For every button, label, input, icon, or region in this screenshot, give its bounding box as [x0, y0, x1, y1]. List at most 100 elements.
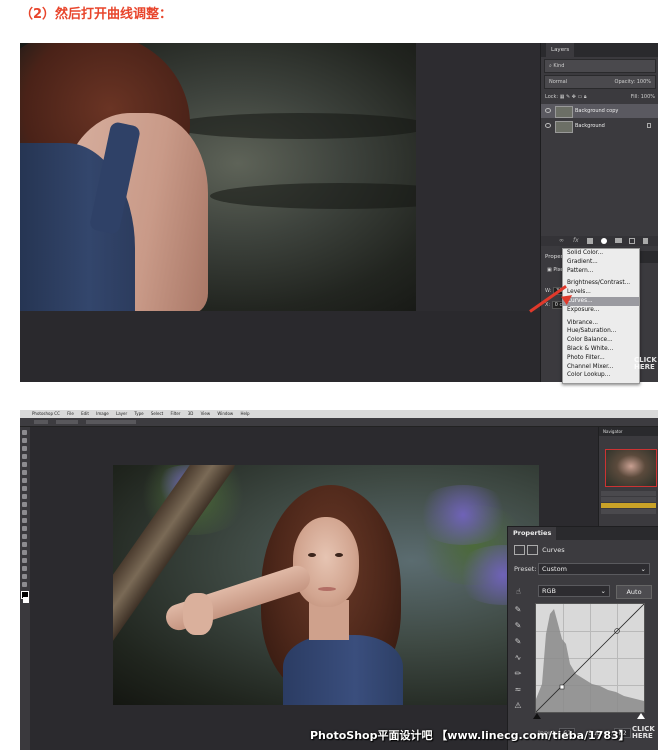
- white-point-slider[interactable]: [637, 713, 645, 719]
- screenshot-curves-panel: Photoshop CC File Edit Image Layer Type …: [20, 410, 658, 750]
- menu-3d[interactable]: 3D: [188, 411, 194, 416]
- option-chip[interactable]: [86, 420, 136, 424]
- eye: [335, 553, 343, 557]
- menu-item-exposure[interactable]: Exposure...: [563, 306, 639, 315]
- tool-preset-chip[interactable]: [34, 420, 48, 424]
- menu-window[interactable]: Window: [217, 411, 233, 416]
- mask-icon[interactable]: [587, 238, 593, 244]
- menu-help[interactable]: Help: [240, 411, 249, 416]
- menu-select[interactable]: Select: [151, 411, 163, 416]
- navigator-tab[interactable]: Navigator: [599, 427, 658, 436]
- kind-filter[interactable]: ⌕ Kind: [544, 59, 656, 73]
- lasso-tool-icon[interactable]: [22, 446, 27, 451]
- menu-item-photo-filter[interactable]: Photo Filter...: [563, 354, 639, 363]
- canvas-photo: [113, 465, 539, 705]
- fill-value[interactable]: 100%: [641, 94, 655, 100]
- smooth-icon[interactable]: ≈: [513, 685, 523, 695]
- layer-background-copy[interactable]: Background copy: [541, 104, 658, 118]
- option-chip[interactable]: [56, 420, 78, 424]
- menu-view[interactable]: View: [201, 411, 211, 416]
- quick-select-tool-icon[interactable]: [22, 454, 27, 459]
- channel-select[interactable]: RGB ⌄: [538, 585, 610, 597]
- menu-type[interactable]: Type: [134, 411, 143, 416]
- black-point-slider[interactable]: [533, 713, 541, 719]
- brush-tool-icon[interactable]: [22, 486, 27, 491]
- menu-image[interactable]: Image: [96, 411, 109, 416]
- marquee-tool-icon[interactable]: [22, 438, 27, 443]
- healing-tool-icon[interactable]: [22, 478, 27, 483]
- folder-icon[interactable]: [615, 238, 622, 243]
- menu-item-hue-saturation[interactable]: Hue/Saturation...: [563, 327, 639, 336]
- mini-layer-row[interactable]: [601, 491, 656, 496]
- type-tool-icon[interactable]: [22, 550, 27, 555]
- mini-layer-row[interactable]: [601, 509, 656, 514]
- menu-layer[interactable]: Layer: [116, 411, 127, 416]
- pen-tool-icon[interactable]: [22, 542, 27, 547]
- menu-item-levels[interactable]: Levels...: [563, 288, 639, 297]
- eye: [308, 553, 316, 557]
- path-select-icon[interactable]: [22, 558, 27, 563]
- move-tool-icon[interactable]: [22, 430, 27, 435]
- mask-icon[interactable]: [527, 545, 538, 555]
- gradient-tool-icon[interactable]: [22, 518, 27, 523]
- clipping-warning-icon[interactable]: ⚠: [513, 701, 523, 711]
- eye-icon[interactable]: [545, 123, 551, 128]
- blend-mode-select[interactable]: Normal Opacity: 100%: [544, 75, 656, 89]
- background-color-swatch[interactable]: [23, 597, 29, 603]
- menu-file[interactable]: File: [67, 411, 74, 416]
- curve-point-tool-icon[interactable]: ∿: [513, 653, 523, 663]
- fx-icon[interactable]: fx: [573, 237, 579, 244]
- menu-photoshop[interactable]: Photoshop CC: [32, 411, 60, 416]
- crop-tool-icon[interactable]: [22, 462, 27, 467]
- eye-icon[interactable]: [545, 108, 551, 113]
- auto-button[interactable]: Auto: [616, 585, 652, 599]
- histogram: [536, 609, 644, 712]
- menu-edit[interactable]: Edit: [81, 411, 89, 416]
- lock-icon[interactable]: ▦ ✎ ✥ ▭ 🔒︎: [560, 94, 587, 100]
- menu-item-pattern[interactable]: Pattern...: [563, 267, 639, 276]
- menu-item-brightness-contrast[interactable]: Brightness/Contrast...: [563, 279, 639, 288]
- adjustment-layer-icon[interactable]: [601, 238, 607, 244]
- navigator-thumbnail[interactable]: [605, 449, 657, 487]
- mini-layer-row[interactable]: [601, 497, 656, 502]
- menu-item-black-white[interactable]: Black & White...: [563, 345, 639, 354]
- target-adjust-icon[interactable]: ☝: [516, 587, 521, 596]
- properties-tab[interactable]: Properties: [508, 527, 557, 540]
- blur-tool-icon[interactable]: [22, 526, 27, 531]
- layers-tab[interactable]: Layers: [546, 43, 575, 57]
- white-point-eyedropper-icon[interactable]: ✎: [513, 637, 523, 647]
- history-brush-icon[interactable]: [22, 502, 27, 507]
- chevron-down-icon: ⌄: [640, 565, 646, 573]
- hand-tool-icon[interactable]: [22, 574, 27, 579]
- stamp-tool-icon[interactable]: [22, 494, 27, 499]
- zoom-tool-icon[interactable]: [22, 582, 27, 587]
- chevron-down-icon: ⌄: [600, 587, 606, 595]
- menu-item-gradient[interactable]: Gradient...: [563, 258, 639, 267]
- dodge-tool-icon[interactable]: [22, 534, 27, 539]
- menu-filter[interactable]: Filter: [171, 411, 181, 416]
- curves-graph[interactable]: [535, 603, 645, 713]
- link-icon[interactable]: ∞: [559, 237, 564, 244]
- mini-layer-row-selected[interactable]: [601, 503, 656, 508]
- menu-item-color-lookup[interactable]: Color Lookup...: [563, 371, 639, 380]
- curves-icon: [514, 545, 525, 555]
- pencil-tool-icon[interactable]: ✏: [513, 669, 523, 679]
- menu-item-vibrance[interactable]: Vibrance...: [563, 319, 639, 328]
- trash-icon[interactable]: [643, 238, 648, 244]
- opacity-value[interactable]: 100%: [637, 79, 651, 85]
- black-point-eyedropper-icon[interactable]: ✎: [513, 605, 523, 615]
- input-slider[interactable]: [533, 713, 645, 719]
- menu-item-color-balance[interactable]: Color Balance...: [563, 336, 639, 345]
- preset-label: Preset:: [514, 565, 537, 573]
- fill-label: Fill:: [630, 94, 640, 100]
- menu-item-solid-color[interactable]: Solid Color...: [563, 249, 639, 258]
- gray-point-eyedropper-icon[interactable]: ✎: [513, 621, 523, 631]
- preset-select[interactable]: Custom ⌄: [538, 563, 650, 575]
- new-layer-icon[interactable]: [629, 238, 635, 244]
- layer-background[interactable]: Background: [541, 119, 658, 133]
- opacity-label: Opacity:: [614, 79, 636, 85]
- menu-item-channel-mixer[interactable]: Channel Mixer...: [563, 363, 639, 372]
- eyedropper-tool-icon[interactable]: [22, 470, 27, 475]
- eraser-tool-icon[interactable]: [22, 510, 27, 515]
- shape-tool-icon[interactable]: [22, 566, 27, 571]
